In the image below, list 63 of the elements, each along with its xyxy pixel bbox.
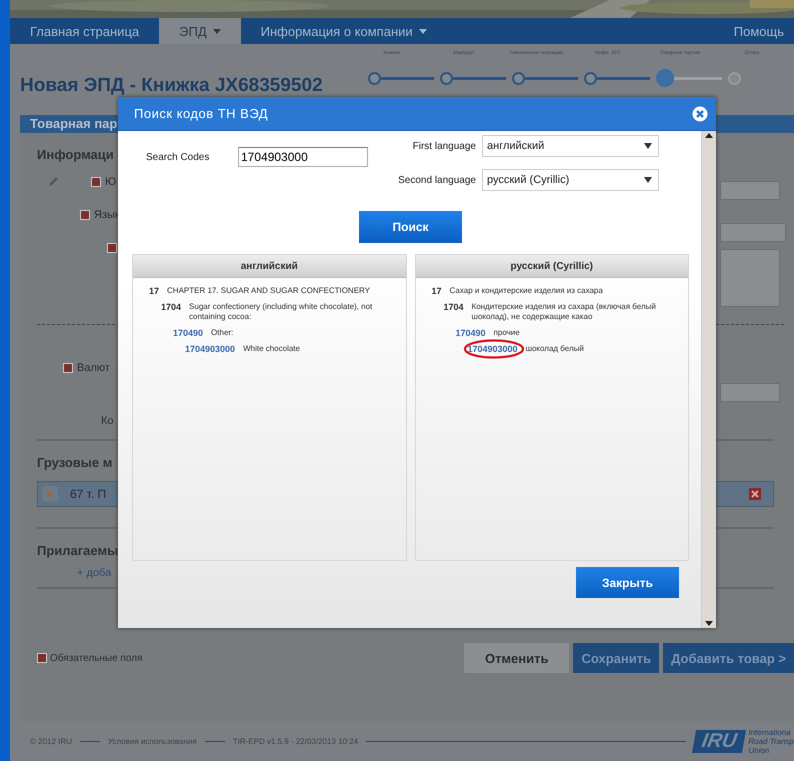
logo: IRU xyxy=(692,730,746,752)
step-dot[interactable] xyxy=(728,72,741,84)
section-title: Прилагаемы xyxy=(37,543,118,560)
code-description: шоколад белый xyxy=(526,344,584,354)
help-link[interactable]: Помощь xyxy=(724,18,794,44)
action-button[interactable]: Добавить товар > xyxy=(663,643,794,673)
input-field[interactable] xyxy=(720,383,780,402)
org-name-line: Union xyxy=(748,746,770,754)
step-dot[interactable] xyxy=(584,72,597,84)
code-label: 17 xyxy=(432,286,442,296)
org-name-line: Internationa xyxy=(748,728,792,736)
code-description: прочие xyxy=(494,328,520,338)
delete-icon[interactable] xyxy=(749,488,761,500)
code-label: 17 xyxy=(149,286,160,296)
language-select[interactable]: русский (Cyrillic) xyxy=(482,169,659,191)
scroll-down-icon[interactable] xyxy=(704,618,714,628)
search-field[interactable]: 1704903000 xyxy=(238,147,368,167)
version-label: TIR-EPD v1.5.9 - 22/03/2013 10:24 xyxy=(232,736,358,746)
code-description: CHAPTER 17. SUGAR AND SUGAR CONFECTIONERY xyxy=(167,286,370,296)
field-label: Search Codes xyxy=(145,152,210,162)
select-field[interactable] xyxy=(720,223,786,242)
pencil-icon[interactable] xyxy=(47,176,59,188)
nav-tab[interactable]: Информация о компании xyxy=(240,18,447,44)
org-name-line: Road Transp xyxy=(748,736,794,746)
terms-link[interactable]: Условия использования xyxy=(108,736,197,746)
input-field[interactable] xyxy=(720,181,780,200)
step-dot[interactable] xyxy=(440,72,453,84)
field-label: First language xyxy=(412,140,476,152)
code-link[interactable]: 170490 xyxy=(173,328,204,338)
field-label: Ю xyxy=(105,176,116,188)
nav-tab[interactable]: ЭПД xyxy=(159,18,241,44)
close-icon[interactable] xyxy=(692,106,708,122)
step-dot[interactable] xyxy=(512,72,525,84)
code-label: 1704 xyxy=(161,302,182,314)
section-title: Информаци xyxy=(37,147,114,164)
language-select[interactable]: английский xyxy=(482,135,659,157)
code-description: Сахар и кондитерские изделия из сахара xyxy=(450,286,603,296)
cancel-button[interactable]: Отменить xyxy=(464,643,570,673)
action-button[interactable]: Сохранить xyxy=(573,643,660,673)
field-label: Валют xyxy=(77,362,110,374)
code-link[interactable]: 170490 xyxy=(456,328,486,338)
field-label: Second language xyxy=(398,174,476,186)
code-description: Sugar confectionery (including white chocolate), not containing cocoa: xyxy=(189,302,374,322)
cargo-label: 67 т. П xyxy=(70,487,106,501)
code-link[interactable]: 1704903000 xyxy=(185,344,236,354)
search-button[interactable]: Поиск xyxy=(359,211,462,243)
required-marker xyxy=(37,653,47,663)
close-button[interactable]: Закрыть xyxy=(576,567,679,598)
column-header: английский xyxy=(133,255,406,278)
section-title: Грузовые м xyxy=(37,455,112,472)
field-label: Ко xyxy=(101,414,114,426)
step-dot[interactable] xyxy=(368,72,381,84)
page-title: Новая ЭПД - Книжка JX68359502 xyxy=(19,74,323,96)
column-header: русский (Cyrillic) xyxy=(416,255,688,278)
code-label: 1704 xyxy=(444,302,464,314)
step-dot[interactable] xyxy=(656,69,674,87)
code-description: Other: xyxy=(211,328,234,338)
nav-tab[interactable]: Главная страница xyxy=(10,18,160,44)
required-note: Обязательные поля xyxy=(50,652,142,664)
copyright: © 2012 IRU xyxy=(30,736,72,746)
text-area[interactable] xyxy=(720,249,780,307)
code-description: Кондитерские изделия из сахара (включая белый шоколад), не содержащие какао xyxy=(472,302,657,322)
code-description: White chocolate xyxy=(243,344,300,354)
